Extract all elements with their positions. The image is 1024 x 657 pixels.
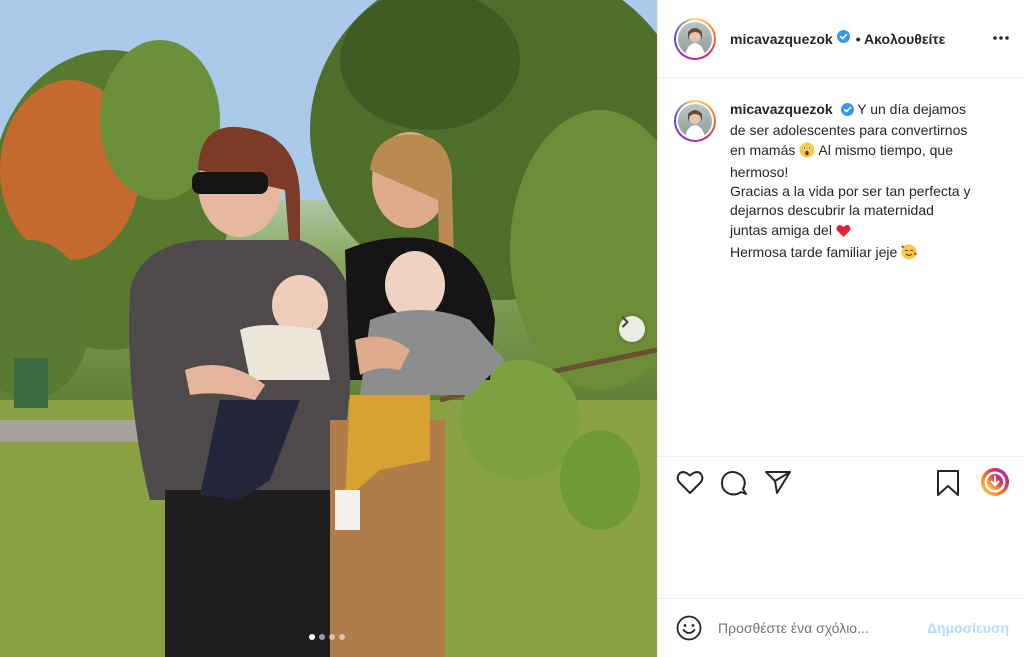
photo-illustration [0,0,657,657]
carousel-dot [329,634,335,640]
red-heart-emoji-icon [836,224,851,243]
carousel-next-button[interactable] [619,316,645,342]
comment-icon[interactable] [720,469,748,502]
post-details-panel: micavazquezok • Ακολουθείτε micavazquezo… [657,0,1024,657]
chevron-right-icon [622,316,629,328]
caption-text: micavazquezok Y un día dejamos de ser ad… [730,100,1000,265]
caption-line: hermoso! [730,163,789,180]
caption-line: dejarnos descubrir la maternidad [730,202,934,219]
comment-bar: Δημοσίευση [658,598,1024,657]
follow-status-button[interactable]: • Ακολουθείτε [856,31,946,47]
post-photo[interactable] [0,0,657,657]
caption-line: juntas amiga del [730,221,832,238]
verified-badge-icon [840,102,854,121]
carousel-dot [309,634,315,640]
caption-line: Al mismo tiempo, que [818,141,953,158]
smiley-icon[interactable] [676,615,702,641]
heart-icon[interactable] [676,469,704,500]
more-options-icon[interactable] [993,28,1009,53]
paper-plane-icon[interactable] [764,469,792,500]
post-header: micavazquezok • Ακολουθείτε [658,0,1024,78]
caption-line: de ser adolescentes para convertirnos [730,122,968,139]
smiling-face-with-hearts-emoji-icon [901,244,917,265]
caption-line: Gracias a la vida por ser tan perfecta y [730,183,971,200]
comment-input[interactable] [718,620,898,636]
caption-line: en mamás [730,141,796,158]
post-actions-bar [658,456,1024,598]
caption-line: Hermosa tarde familiar jeje [730,244,898,261]
caption-avatar[interactable] [674,100,716,142]
carousel-dot [319,634,325,640]
post-comment-button[interactable]: Δημοσίευση [927,620,1009,636]
carousel-dot [339,634,345,640]
carousel-indicator [309,634,345,640]
post-caption: micavazquezok Y un día dejamos de ser ad… [674,100,1014,265]
verified-badge-icon [836,29,850,48]
caption-username[interactable]: micavazquezok [730,101,833,117]
live-ring-icon[interactable] [980,467,1010,502]
astonished-face-emoji-icon [799,142,815,163]
bookmark-icon[interactable] [936,469,960,502]
avatar[interactable] [674,17,716,60]
caption-line: Y un día dejamos [857,101,966,117]
username-link[interactable]: micavazquezok [730,31,833,47]
